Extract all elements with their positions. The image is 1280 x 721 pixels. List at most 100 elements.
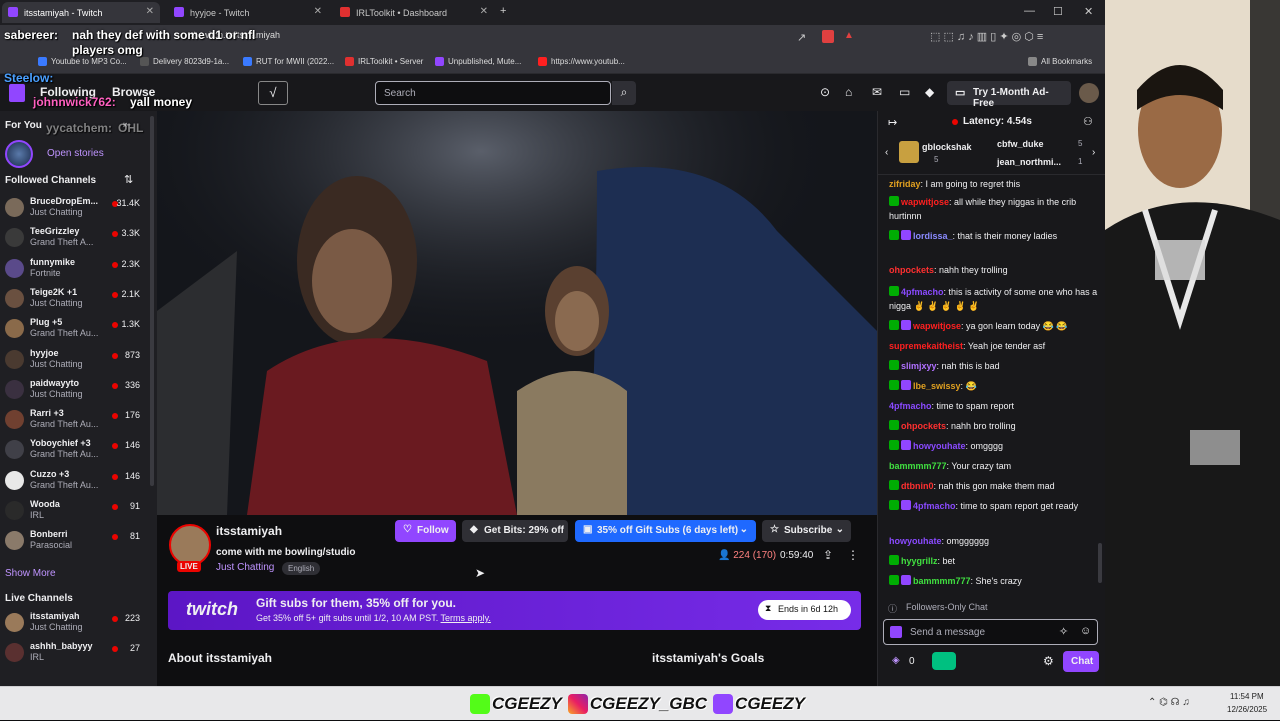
chat-username[interactable]: lbe_swissy (913, 381, 961, 391)
chat-settings-icon[interactable]: ⚙ (1043, 654, 1054, 668)
video-player[interactable] (157, 111, 877, 515)
chat-username[interactable]: supremekaitheist (889, 341, 963, 351)
extension-logo-icon[interactable]: √ (258, 81, 288, 105)
all-bookmarks[interactable]: All Bookmarks (1028, 57, 1092, 66)
close-window-icon[interactable]: ✕ (1084, 5, 1093, 18)
chat-username[interactable]: wapwitjose (913, 321, 961, 331)
chat-username[interactable]: howyouhate (913, 441, 966, 451)
bookmark-item[interactable]: Delivery 8023d9-1a... (140, 57, 229, 66)
subscribe-button[interactable]: ☆ Subscribe ⌄ (762, 520, 851, 542)
taskbar-date[interactable]: 12/26/2025 (1227, 705, 1267, 714)
show-more-link[interactable]: Show More (5, 568, 56, 579)
more-options-icon[interactable]: ⋮ (847, 548, 859, 562)
sidebar-channel[interactable]: Rarri +3 Grand Theft Au... 176 (0, 404, 150, 434)
whispers-icon[interactable]: ▭ (899, 85, 910, 99)
chat-username[interactable]: bammmm777 (889, 461, 947, 471)
gifter-name[interactable]: gblockshak (922, 142, 972, 152)
close-tab-icon[interactable]: ✕ (146, 6, 154, 17)
sidebar-channel[interactable]: paidwayyto Just Chatting 336 (0, 374, 150, 404)
chat-username[interactable]: hyygrillz (901, 556, 938, 566)
chat-username[interactable]: 4pfmacho (889, 401, 932, 411)
search-input[interactable]: Search (375, 81, 611, 105)
bookmark-item[interactable]: RUT for MWII (2022... (243, 57, 334, 66)
chat-username[interactable]: wapwitjose (901, 197, 949, 207)
terms-link[interactable]: Terms apply. (441, 613, 491, 623)
follow-button[interactable]: ♡ Follow (395, 520, 456, 542)
chat-username[interactable]: dtbnin0 (901, 481, 934, 491)
sidebar-channel[interactable]: ashhh_babyyy IRL 27 (0, 637, 150, 667)
chat-scrollbar[interactable] (1098, 543, 1102, 583)
tray-icons[interactable]: ⌃ ⌬ ☊ ♫ (1148, 697, 1190, 708)
sidebar-channel[interactable]: Wooda IRL 91 (0, 495, 150, 525)
sidebar-channel[interactable]: Yoboychief +3 Grand Theft Au... 146 (0, 434, 150, 464)
bookmark-item[interactable]: https://www.youtub... (538, 57, 625, 66)
extension-icon[interactable] (822, 30, 834, 43)
gift-subs-button[interactable]: ▣ 35% off Gift Subs (6 days left) ⌄ (575, 520, 756, 542)
bookmark-item[interactable]: Youtube to MP3 Co... (38, 57, 127, 66)
chat-username[interactable]: 4pfmacho (913, 501, 956, 511)
category-link[interactable]: Just Chatting (216, 562, 274, 573)
alert-icon[interactable]: ▲ (844, 30, 854, 41)
chat-username[interactable]: bammmm777 (913, 576, 971, 586)
gift-subs-banner[interactable]: twitch Gift subs for them, 35% off for y… (168, 591, 861, 630)
sort-icon[interactable]: ⇅ (124, 173, 133, 186)
minimize-icon[interactable]: — (1024, 5, 1035, 17)
chat-username[interactable]: howyouhate (889, 536, 942, 546)
chevron-left-icon[interactable]: ‹ (885, 147, 888, 158)
sidebar-channel[interactable]: Teige2K +1 Just Chatting 2.1K (0, 283, 150, 313)
twitch-logo-icon[interactable] (9, 84, 25, 102)
user-avatar[interactable] (1079, 83, 1099, 103)
sidebar-channel[interactable]: itsstamiyah Just Chatting 223 (0, 607, 150, 637)
close-tab-icon[interactable]: ✕ (314, 6, 322, 17)
sidebar-channel[interactable]: Bonberri Parasocial 81 (0, 525, 150, 555)
adfree-button[interactable]: ▭ Try 1-Month Ad-Free (947, 81, 1071, 109)
chat-username[interactable]: slimjxyy (901, 361, 937, 371)
new-tab-icon[interactable]: + (500, 5, 506, 17)
bits-button[interactable]: ◆ Get Bits: 29% off (462, 520, 568, 542)
share-icon[interactable]: ↗ (797, 31, 806, 44)
chat-username[interactable]: ohpockets (889, 265, 934, 275)
sidebar-channel[interactable]: Plug +5 Grand Theft Au... 1.3K (0, 313, 150, 343)
maximize-icon[interactable]: ☐ (1053, 5, 1063, 18)
stories-avatar[interactable] (5, 140, 33, 168)
channel-name[interactable]: itsstamiyah (216, 524, 282, 538)
streamer-avatar[interactable] (169, 524, 211, 566)
prime-icon[interactable]: ⊙ (820, 85, 830, 99)
channel-points-icon[interactable]: ◈ (892, 655, 900, 666)
taskbar-time[interactable]: 11:54 PM (1230, 692, 1264, 701)
close-tab-icon[interactable]: ✕ (480, 6, 488, 17)
open-stories-link[interactable]: Open stories (47, 148, 104, 159)
bits-icon[interactable]: ◆ (925, 85, 934, 99)
users-icon[interactable]: ⚇ (1083, 115, 1093, 128)
chat-input[interactable]: Send a message ✧ ☺ (883, 619, 1098, 645)
sidebar-scrollbar[interactable] (150, 116, 154, 486)
drops-icon[interactable]: ⌂ (845, 85, 852, 99)
browser-tab-active[interactable]: itsstamiyah - Twitch ✕ (2, 2, 160, 23)
gifter-name[interactable]: cbfw_duke (997, 139, 1044, 149)
chat-send-button[interactable]: Chat (1063, 651, 1099, 672)
sidebar-channel[interactable]: Cuzzo +3 Grand Theft Au... 146 (0, 465, 150, 495)
sidebar-channel[interactable]: BruceDropEm... Just Chatting 31.4K (0, 192, 150, 222)
sidebar-channel[interactable]: funnymike Fortnite 2.3K (0, 253, 150, 283)
extensions-icon[interactable]: ⬚ ⬚ ♫ ♪ ▥ ▯ ✦ ◎ ⬡ ≡ (930, 30, 1043, 43)
inbox-icon[interactable]: ✉ (872, 85, 882, 99)
channel-badge-icon[interactable] (890, 626, 902, 638)
gifter-name[interactable]: jean_northmi... (997, 157, 1061, 167)
sidebar-channel[interactable]: TeeGrizzley Grand Theft A... 3.3K (0, 222, 150, 252)
bits-cheer-icon[interactable]: ✧ (1059, 625, 1068, 638)
browser-tab[interactable]: IRLToolkit • Dashboard ✕ (334, 2, 494, 23)
sidebar-channel[interactable]: hyyjoe Just Chatting 873 (0, 344, 150, 374)
browser-tab[interactable]: hyyjoe - Twitch ✕ (168, 2, 328, 23)
chat-username[interactable]: zifriday (889, 179, 921, 189)
chat-username[interactable]: 4pfmacho (901, 287, 944, 297)
emote-icon[interactable]: ☺ (1080, 625, 1091, 637)
share-icon[interactable]: ⇪ (823, 548, 833, 562)
language-tag[interactable]: English (282, 562, 321, 575)
chevron-right-icon[interactable]: › (1092, 147, 1095, 158)
search-icon[interactable]: ⌕ (612, 81, 636, 105)
chat-username[interactable]: lordissa_ (913, 231, 953, 241)
collapse-chat-icon[interactable]: ↦ (888, 116, 897, 129)
bookmark-item[interactable]: Unpublished, Mute... (435, 57, 521, 66)
chat-username[interactable]: ohpockets (901, 421, 946, 431)
prediction-icon[interactable] (932, 652, 956, 670)
